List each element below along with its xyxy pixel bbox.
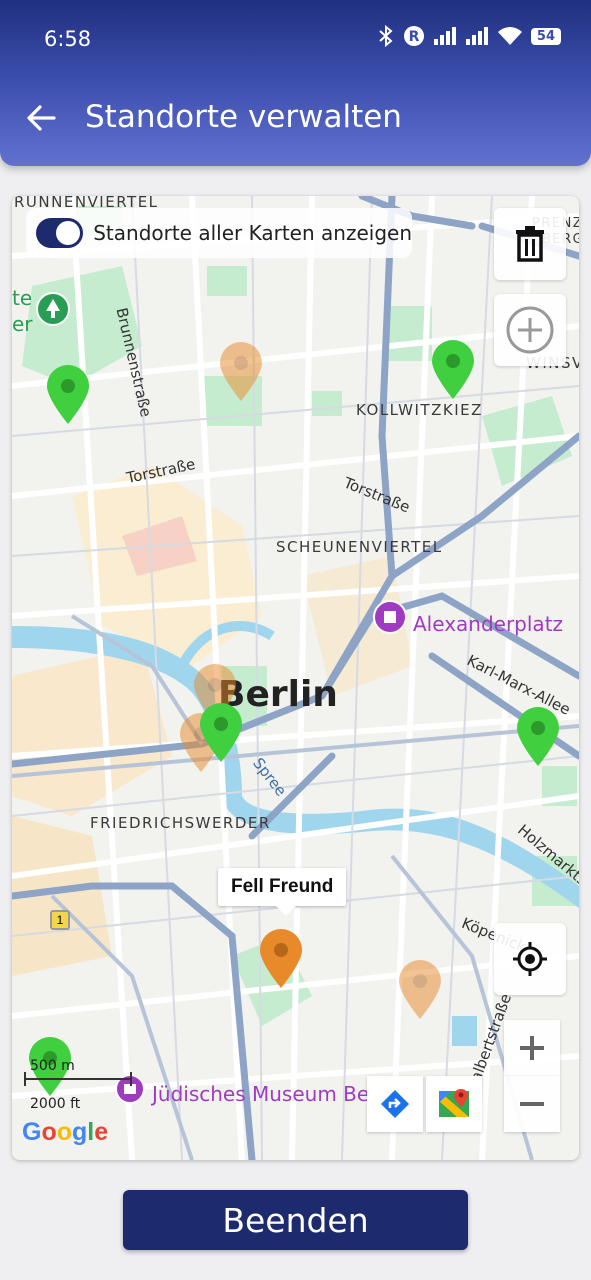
finish-button[interactable]: Beenden	[123, 1190, 468, 1250]
map-label-park-2: er	[12, 312, 33, 336]
park-icon	[36, 292, 70, 326]
wifi-icon	[497, 27, 522, 45]
map-label-park-1: te	[12, 286, 33, 310]
open-google-maps-button[interactable]	[426, 1076, 482, 1132]
marker-green[interactable]	[45, 364, 91, 426]
marker-orange-faded[interactable]	[218, 341, 264, 403]
marker-info-window[interactable]: Fell Freund	[218, 868, 347, 916]
directions-button[interactable]	[367, 1076, 423, 1132]
show-all-label: Standorte aller Karten anzeigen	[93, 221, 412, 245]
marker-green[interactable]	[515, 706, 561, 768]
google-maps-icon	[439, 1089, 469, 1117]
map-label-alexanderplatz: Alexanderplatz	[413, 612, 564, 636]
google-logo: Google	[22, 1118, 109, 1146]
landmark-icon	[373, 600, 407, 634]
add-location-button[interactable]	[494, 294, 566, 366]
trash-icon	[516, 226, 544, 262]
show-all-switch[interactable]	[36, 218, 84, 248]
marker-green[interactable]	[198, 702, 244, 764]
signal-icon-2	[465, 27, 488, 45]
map-view[interactable]: RUNNENVIERTEL PRENZLAU BERG WINSV KOLLWI…	[12, 196, 579, 1160]
zoom-in-button[interactable]	[504, 1020, 560, 1076]
my-location-icon	[513, 942, 547, 976]
marker-selected[interactable]	[258, 928, 304, 990]
back-button[interactable]	[24, 100, 60, 136]
status-time: 6:58	[44, 27, 92, 51]
map-label-juedisches-museum: Jüdisches Museum Berlin	[152, 1082, 402, 1106]
switch-knob	[56, 221, 81, 245]
marker-orange-faded[interactable]	[397, 959, 443, 1021]
road-shield: 1	[50, 910, 70, 930]
map-label-kollwitzkiez: KOLLWITZKIEZ	[356, 401, 483, 419]
signal-icon	[433, 27, 456, 45]
scale-metric: 500 m	[30, 1058, 75, 1074]
bluetooth-icon	[379, 24, 393, 48]
show-all-toggle-row: Standorte aller Karten anzeigen	[26, 208, 412, 258]
plus-circle-icon	[506, 306, 554, 354]
marker-green[interactable]	[430, 339, 476, 401]
directions-icon	[381, 1090, 409, 1118]
zoom-out-button[interactable]	[504, 1076, 560, 1132]
scale-bar	[24, 1072, 132, 1086]
scale-imperial: 2000 ft	[30, 1096, 81, 1112]
minus-icon	[520, 1102, 544, 1106]
delete-button[interactable]	[494, 208, 566, 280]
battery-indicator: 54	[530, 27, 561, 45]
app-bar: 6:58 R 54 Standorte verwalten	[0, 0, 591, 166]
status-icons: R 54	[377, 24, 561, 48]
plus-icon	[520, 1036, 544, 1060]
arrow-left-icon	[27, 105, 56, 131]
my-location-button[interactable]	[494, 923, 566, 995]
svg-text:R: R	[409, 29, 420, 45]
map-label-scheunenviertel: SCHEUNENVIERTEL	[276, 538, 443, 556]
r-badge-icon: R	[403, 26, 424, 46]
map-label-friedrichswerder: FRIEDRICHSWERDER	[90, 814, 271, 832]
page-title: Standorte verwalten	[85, 99, 402, 135]
